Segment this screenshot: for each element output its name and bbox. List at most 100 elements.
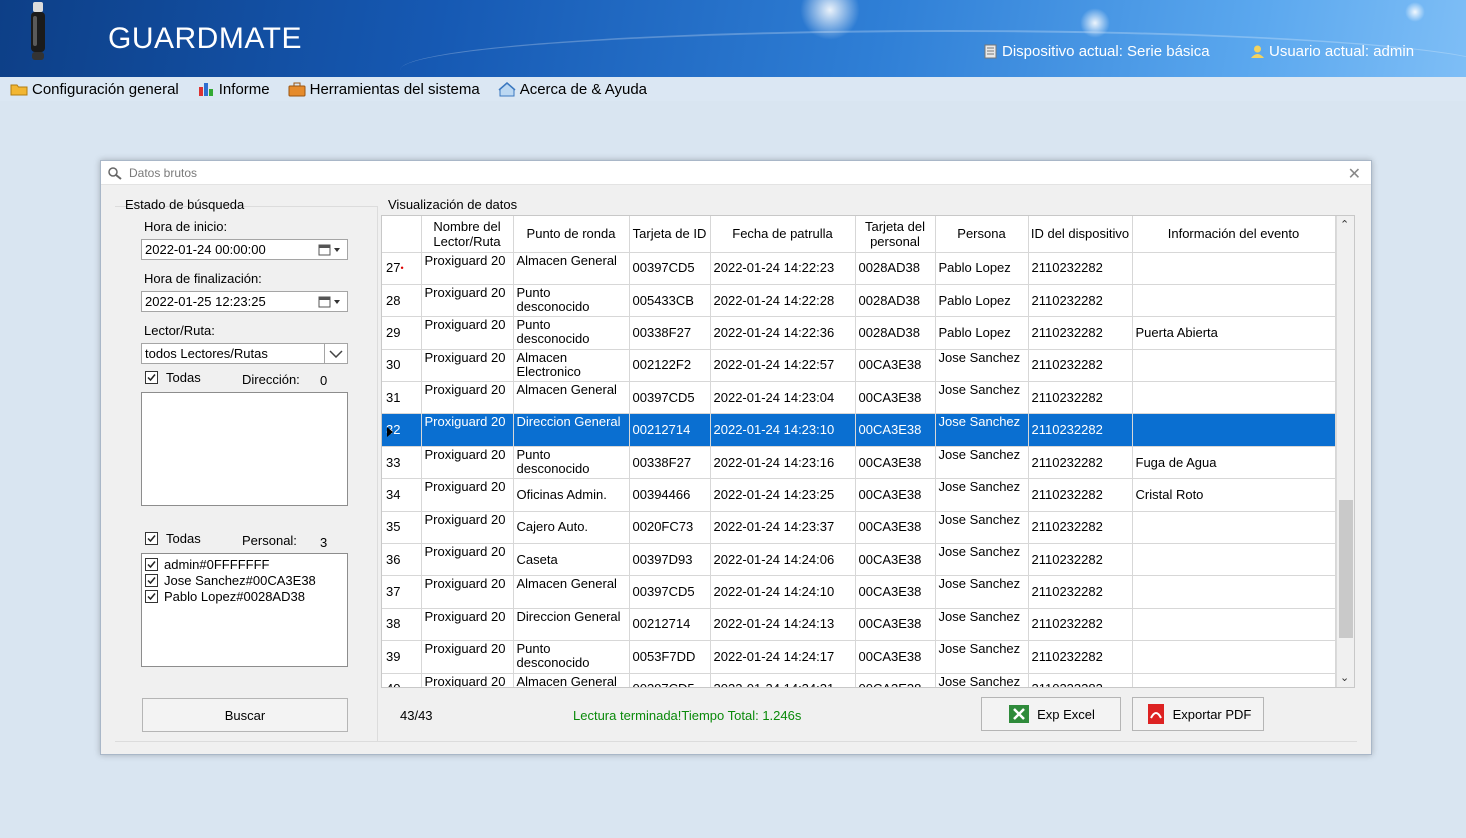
table-cell-card[interactable]: 00212714 [629, 413, 711, 447]
table-cell-card[interactable]: 00338F27 [629, 316, 711, 350]
table-cell-date[interactable]: 2022-01-24 14:23:04 [710, 381, 856, 415]
column-header[interactable] [382, 216, 422, 253]
table-cell-pcard[interactable]: 00CA3E38 [855, 575, 936, 609]
table-cell-pcard[interactable]: 00CA3E38 [855, 543, 936, 577]
raw-data-grid[interactable]: Nombre del Lector/Ruta Punto de ronda Ta… [381, 215, 1355, 688]
table-cell-event[interactable] [1132, 413, 1336, 447]
table-cell-reader[interactable]: Proxiguard 20 [421, 413, 514, 447]
table-cell-person[interactable]: Jose Sanchez [935, 478, 1029, 512]
table-cell-point[interactable]: Punto desconocido [513, 316, 630, 350]
table-cell-pcard[interactable]: 00CA3E38 [855, 640, 936, 674]
table-cell-reader[interactable]: Proxiguard 20 [421, 478, 514, 512]
table-row[interactable]: 34 Proxiguard 20 Oficinas Admin. 00394466 20… [382, 478, 1336, 512]
table-cell-person[interactable]: Jose Sanchez [935, 543, 1029, 577]
table-cell-n[interactable]: 30 [382, 349, 422, 383]
table-cell-date[interactable]: 2022-01-24 14:22:23 [710, 252, 856, 285]
table-cell-card[interactable]: 00397CD5 [629, 252, 711, 285]
table-cell-reader[interactable]: Proxiguard 20 [421, 316, 514, 350]
table-cell-device[interactable]: 2110232282 [1028, 511, 1133, 545]
table-row[interactable]: 27• Proxiguard 20 Almacen General 00397CD5 2… [382, 252, 1336, 285]
table-row[interactable]: 37 Proxiguard 20 Almacen General 00397CD5 20… [382, 575, 1336, 609]
table-cell-reader[interactable]: Proxiguard 20 [421, 575, 514, 609]
table-cell-date[interactable]: 2022-01-24 14:24:13 [710, 608, 856, 642]
table-cell-point[interactable]: Cajero Auto. [513, 511, 630, 545]
table-cell-event[interactable] [1132, 608, 1336, 642]
search-button[interactable]: Buscar [142, 698, 348, 732]
column-header[interactable]: Persona [935, 216, 1029, 253]
checkbox-checked[interactable] [145, 532, 158, 545]
table-cell-device[interactable]: 2110232282 [1028, 381, 1133, 415]
table-cell-pcard[interactable]: 00CA3E38 [855, 349, 936, 383]
scrollbar-thumb[interactable] [1339, 500, 1353, 638]
table-cell-device[interactable]: 2110232282 [1028, 608, 1133, 642]
table-cell-n[interactable]: 27• [382, 252, 422, 285]
table-cell-event[interactable] [1132, 640, 1336, 674]
table-cell-point[interactable]: Caseta [513, 543, 630, 577]
column-header[interactable]: Tarjeta de ID [629, 216, 711, 253]
table-cell-device[interactable]: 2110232282 [1028, 284, 1133, 318]
table-cell-person[interactable]: Jose Sanchez [935, 349, 1029, 383]
table-cell-card[interactable]: 00397CD5 [629, 575, 711, 609]
reader-select[interactable]: todos Lectores/Rutas [141, 343, 325, 364]
end-time-input[interactable]: 2022-01-25 12:23:25 [141, 291, 348, 312]
column-header[interactable]: Fecha de patrulla [710, 216, 856, 253]
table-cell-event[interactable]: Fuga de Agua [1132, 446, 1336, 480]
table-cell-n[interactable]: 34 [382, 478, 422, 512]
table-cell-event[interactable] [1132, 543, 1336, 577]
personnel-listbox[interactable]: admin#0FFFFFFF Jose Sanchez#00CA3E38 Pab… [141, 553, 348, 667]
table-cell-pcard[interactable]: 00CA3E38 [855, 608, 936, 642]
table-cell-point[interactable]: Direccion General [513, 608, 630, 642]
table-cell-point[interactable]: Punto desconocido [513, 284, 630, 318]
table-cell-date[interactable]: 2022-01-24 14:23:37 [710, 511, 856, 545]
table-cell-person[interactable]: Jose Sanchez [935, 511, 1029, 545]
table-cell-reader[interactable]: Proxiguard 20 [421, 608, 514, 642]
table-cell-card[interactable]: 002122F2 [629, 349, 711, 383]
table-cell-pcard[interactable]: 00CA3E38 [855, 478, 936, 512]
table-cell-n[interactable]: 38 [382, 608, 422, 642]
table-cell-event[interactable]: Puerta Abierta [1132, 316, 1336, 350]
table-cell-n[interactable]: 29 [382, 316, 422, 350]
close-icon[interactable]: ✕ [1348, 164, 1361, 184]
table-cell-point[interactable]: Almacen General [513, 252, 630, 285]
personnel-item[interactable]: admin#0FFFFFFF [142, 556, 347, 572]
direction-listbox[interactable] [141, 392, 348, 506]
table-cell-pcard[interactable]: 0028AD38 [855, 284, 936, 318]
table-cell-date[interactable]: 2022-01-24 14:22:28 [710, 284, 856, 318]
table-cell-point[interactable]: Direccion General [513, 413, 630, 447]
table-cell-card[interactable]: 005433CB [629, 284, 711, 318]
scroll-down-icon[interactable]: ⌄ [1340, 671, 1349, 684]
grid-vertical-scrollbar[interactable]: ⌃ ⌄ [1336, 216, 1354, 687]
table-cell-n[interactable]: 31 [382, 381, 422, 415]
table-cell-card[interactable]: 00394466 [629, 478, 711, 512]
table-cell-date[interactable]: 2022-01-24 14:23:10 [710, 413, 856, 447]
table-cell-pcard[interactable]: 0028AD38 [855, 316, 936, 350]
table-cell-device[interactable]: 2110232282 [1028, 575, 1133, 609]
table-cell-date[interactable]: 2022-01-24 14:24:06 [710, 543, 856, 577]
table-cell-date[interactable]: 2022-01-24 14:23:16 [710, 446, 856, 480]
column-header[interactable]: Punto de ronda [513, 216, 630, 253]
checkbox-checked[interactable] [145, 589, 158, 603]
table-cell-device[interactable]: 2110232282 [1028, 478, 1133, 512]
export-pdf-button[interactable]: Exportar PDF [1132, 697, 1264, 731]
calendar-dropdown-icon[interactable] [318, 295, 344, 309]
table-cell-point[interactable]: Almacen General [513, 575, 630, 609]
table-cell-date[interactable]: 2022-01-24 14:22:57 [710, 349, 856, 383]
table-cell-event[interactable] [1132, 381, 1336, 415]
table-cell-reader[interactable]: Proxiguard 20 [421, 543, 514, 577]
table-cell-n[interactable]: 32 [382, 413, 422, 447]
table-cell-n[interactable]: 28 [382, 284, 422, 318]
table-cell-reader[interactable]: Proxiguard 20 [421, 511, 514, 545]
table-cell-person[interactable]: Pablo Lopez [935, 284, 1029, 318]
table-cell-person[interactable]: Jose Sanchez [935, 413, 1029, 447]
menu-about-help[interactable]: Acerca de & Ayuda [498, 81, 647, 98]
table-cell-pcard[interactable]: 00CA3E38 [855, 673, 936, 687]
table-row[interactable]: 31 Proxiguard 20 Almacen General 00397CD5 20… [382, 381, 1336, 415]
column-header[interactable]: Nombre del Lector/Ruta [421, 216, 514, 253]
table-cell-card[interactable]: 00338F27 [629, 446, 711, 480]
table-cell-reader[interactable]: Proxiguard 20 [421, 381, 514, 415]
table-cell-pcard[interactable]: 0028AD38 [855, 252, 936, 285]
table-cell-card[interactable]: 00212714 [629, 608, 711, 642]
table-cell-point[interactable]: Almacen General [513, 673, 630, 687]
table-cell-date[interactable]: 2022-01-24 14:22:36 [710, 316, 856, 350]
table-cell-event[interactable] [1132, 252, 1336, 285]
